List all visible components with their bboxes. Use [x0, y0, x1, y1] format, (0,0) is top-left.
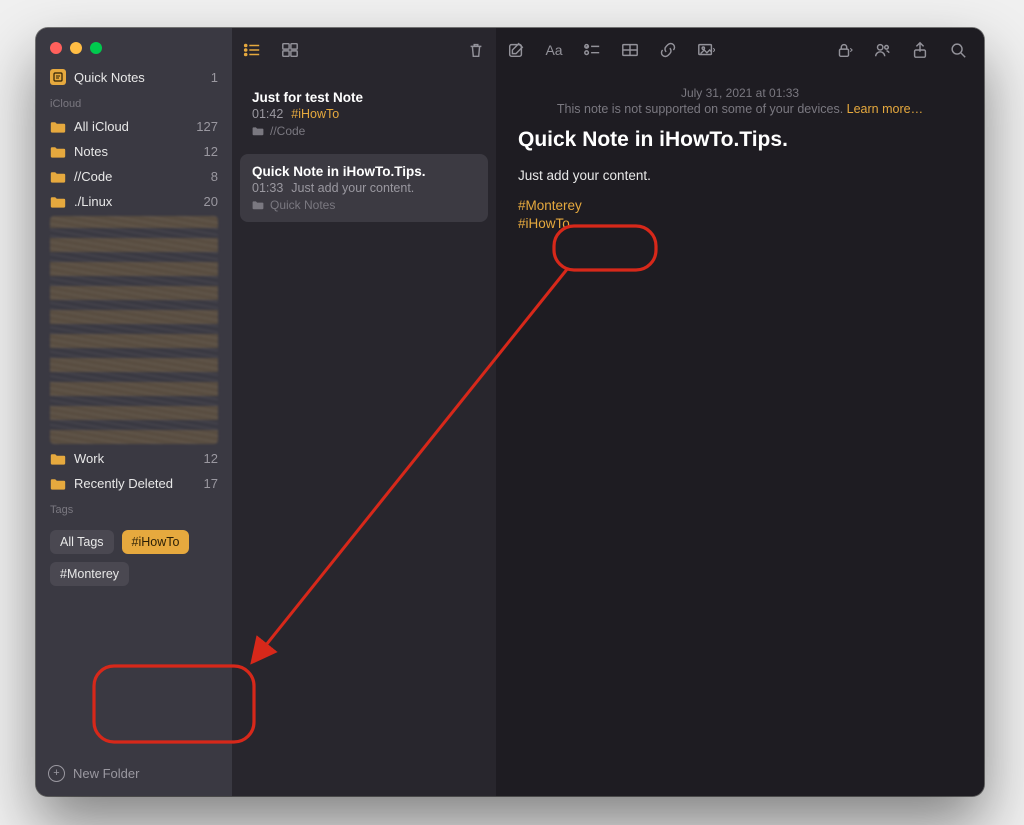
minimize-window-button[interactable]: [70, 42, 82, 54]
new-folder-button[interactable]: + New Folder: [36, 753, 232, 796]
sidebar-item-count: 20: [204, 194, 218, 209]
sidebar-item-count: 127: [196, 119, 218, 134]
media-button[interactable]: [696, 40, 716, 60]
sidebar-section-icloud: iCloud: [44, 90, 224, 114]
note-content-pane: Aa: [496, 28, 984, 796]
plus-circle-icon: +: [48, 765, 65, 782]
delete-note-button[interactable]: [466, 40, 486, 60]
link-button[interactable]: [658, 40, 678, 60]
sidebar-item-count: 17: [204, 476, 218, 491]
list-view-button[interactable]: [242, 40, 262, 60]
note-timestamp: July 31, 2021 at 01:33: [518, 86, 962, 100]
new-folder-label: New Folder: [73, 766, 139, 781]
sidebar-item-label: //Code: [74, 169, 112, 184]
table-button[interactable]: [620, 40, 640, 60]
note-list-item[interactable]: Quick Note in iHowTo.Tips. 01:33 Just add…: [240, 154, 488, 222]
sidebar-item-label: Quick Notes: [74, 70, 145, 85]
note-hashtags[interactable]: #Monterey#iHowTo: [518, 197, 962, 233]
note-item-tag: #iHowTo: [291, 107, 339, 121]
note-item-preview: Just add your content.: [291, 181, 414, 195]
note-list: Just for test Note 01:42 #iHowTo //Code Q…: [232, 72, 496, 230]
close-window-button[interactable]: [50, 42, 62, 54]
sidebar-item-count: 12: [204, 144, 218, 159]
checklist-button[interactable]: [582, 40, 602, 60]
gallery-view-button[interactable]: [280, 40, 300, 60]
compose-button[interactable]: [506, 40, 526, 60]
collaborate-button[interactable]: [872, 40, 892, 60]
tags-container: All Tags #iHowTo #Monterey: [44, 520, 224, 594]
sidebar: Quick Notes 1 iCloud All iCloud 127 Notes 1…: [36, 28, 232, 796]
window-controls: [36, 28, 232, 64]
sidebar-item-count: 8: [211, 169, 218, 184]
note-list-item[interactable]: Just for test Note 01:42 #iHowTo //Code: [240, 80, 488, 148]
sidebar-item-label: Work: [74, 451, 104, 466]
sidebar-folder[interactable]: Recently Deleted 17: [44, 471, 224, 496]
learn-more-link[interactable]: Learn more…: [847, 102, 923, 116]
notelist-toolbar: [232, 28, 496, 72]
note-list-pane: Just for test Note 01:42 #iHowTo //Code Q…: [232, 28, 496, 796]
format-button[interactable]: Aa: [544, 40, 564, 60]
content-toolbar: Aa: [496, 28, 984, 72]
unsupported-banner: This note is not supported on some of yo…: [518, 102, 962, 116]
search-button[interactable]: [948, 40, 968, 60]
fullscreen-window-button[interactable]: [90, 42, 102, 54]
sidebar-item-label: Recently Deleted: [74, 476, 173, 491]
redacted-folders: [50, 216, 218, 444]
sidebar-item-count: 1: [211, 70, 218, 85]
lock-button[interactable]: [834, 40, 854, 60]
note-item-folder: //Code: [270, 124, 305, 138]
sidebar-folder[interactable]: Work 12: [44, 446, 224, 471]
notes-app-window: Quick Notes 1 iCloud All iCloud 127 Notes 1…: [36, 28, 984, 796]
tag-pill[interactable]: All Tags: [50, 530, 114, 554]
sidebar-folder[interactable]: ./Linux 20: [44, 189, 224, 214]
sidebar-item-label: Notes: [74, 144, 108, 159]
tag-pill[interactable]: #iHowTo: [122, 530, 190, 554]
note-item-title: Quick Note in iHowTo.Tips.: [252, 164, 476, 179]
sidebar-folder[interactable]: All iCloud 127: [44, 114, 224, 139]
sidebar-item-quick-notes[interactable]: Quick Notes 1: [44, 64, 224, 90]
sidebar-folder[interactable]: //Code 8: [44, 164, 224, 189]
note-item-title: Just for test Note: [252, 90, 476, 105]
tag-pill[interactable]: #Monterey: [50, 562, 129, 586]
sidebar-item-count: 12: [204, 451, 218, 466]
sidebar-folder[interactable]: Notes 12: [44, 139, 224, 164]
quick-notes-icon: [50, 69, 66, 85]
share-button[interactable]: [910, 40, 930, 60]
hashtag[interactable]: #Monterey: [518, 197, 962, 215]
note-item-folder: Quick Notes: [270, 198, 335, 212]
sidebar-item-label: ./Linux: [74, 194, 112, 209]
sidebar-section-tags: Tags: [44, 496, 224, 520]
sidebar-item-label: All iCloud: [74, 119, 129, 134]
note-title[interactable]: Quick Note in iHowTo.Tips.: [518, 128, 962, 152]
note-item-time: 01:42: [252, 107, 283, 121]
note-body[interactable]: July 31, 2021 at 01:33 This note is not …: [496, 72, 984, 245]
hashtag[interactable]: #iHowTo: [518, 215, 962, 233]
note-item-time: 01:33: [252, 181, 283, 195]
note-paragraph[interactable]: Just add your content.: [518, 168, 962, 183]
